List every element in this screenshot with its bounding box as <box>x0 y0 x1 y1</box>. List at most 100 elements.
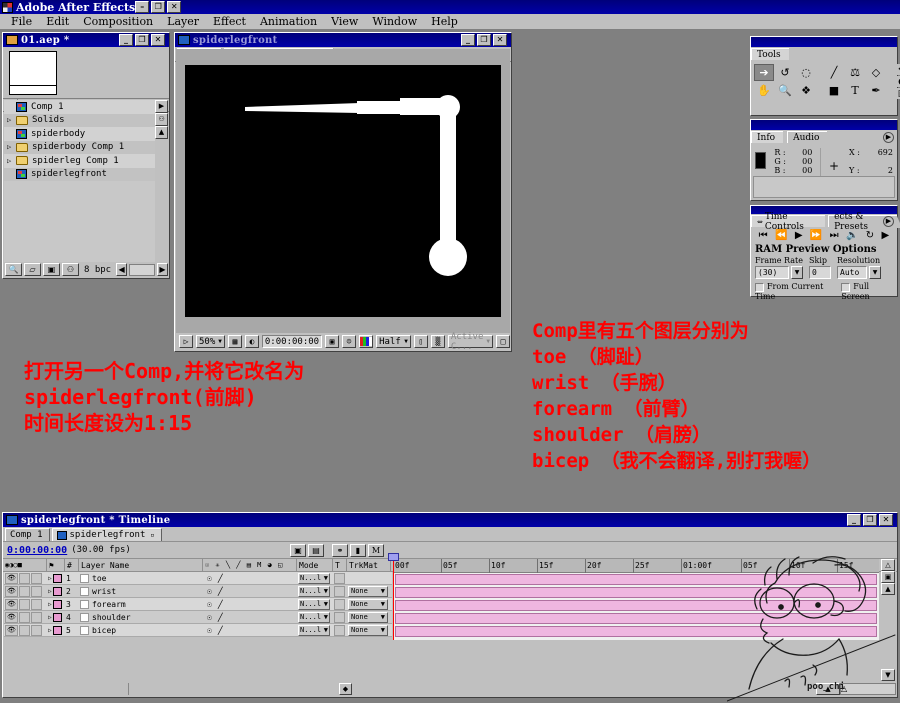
zoom-tool[interactable]: 🔍 <box>775 82 795 99</box>
label-color-chip[interactable] <box>52 586 62 596</box>
composition-canvas[interactable] <box>185 65 501 317</box>
resolution-dropdown[interactable]: Half ▼ <box>376 335 411 348</box>
twirl-icon[interactable]: ▷ <box>48 627 52 634</box>
track-matte-dropdown[interactable]: None ▼ <box>348 611 388 623</box>
lock-toggle-icon[interactable] <box>80 625 89 635</box>
eraser-tool[interactable]: ◇ <box>866 64 886 81</box>
shy-icon[interactable]: ☉ <box>207 613 212 622</box>
blend-mode-dropdown[interactable]: N...l ▼ <box>298 624 330 636</box>
twirl-icon[interactable]: ▷ <box>7 157 16 165</box>
label-color-chip[interactable] <box>52 612 62 622</box>
preserve-transparency-toggle[interactable] <box>334 598 345 610</box>
tab-audio[interactable]: Audio <box>787 131 833 144</box>
twirl-icon[interactable]: ▷ <box>48 588 52 595</box>
drag-handle-icon[interactable]: ⇔ <box>757 218 763 226</box>
grid-icon[interactable]: ▦ <box>227 335 242 348</box>
timeline-scroll-down-button[interactable]: ▼ <box>881 669 895 681</box>
skip-value[interactable]: 0 <box>809 266 831 279</box>
tab-time-controls[interactable]: ⇔ Time Controls <box>751 212 831 232</box>
track-matte-dropdown[interactable]: None ▼ <box>348 585 388 597</box>
tab-tools[interactable]: Tools <box>751 48 794 61</box>
twirl-icon[interactable]: ▷ <box>48 614 52 621</box>
snapshot-icon[interactable]: ☺ <box>342 335 357 348</box>
twirl-icon[interactable]: ▷ <box>7 143 16 151</box>
menu-window[interactable]: Window <box>365 14 424 29</box>
project-item-spiderleg-comp1[interactable]: ▷ spiderleg Comp 1 <box>4 154 155 168</box>
audio-toggle-icon[interactable] <box>19 624 30 636</box>
menu-layer[interactable]: Layer <box>160 14 206 29</box>
shy-icon[interactable]: ☉ <box>207 587 212 596</box>
project-close-button[interactable]: ✕ <box>151 34 165 46</box>
project-item-spiderbody-comp1[interactable]: ▷ spiderbody Comp 1 <box>4 140 155 154</box>
table-row[interactable]: 👁 ▷ 5 bicep ☉ ╱ N...l ▼ None ▼ <box>4 624 392 637</box>
hscroll-right-button[interactable]: ▶ <box>157 263 168 276</box>
frame-blend-icon[interactable]: ▮ <box>350 543 366 557</box>
blend-mode-dropdown[interactable]: N...l ▼ <box>298 598 330 610</box>
channels-icon[interactable] <box>359 335 374 348</box>
search-icon[interactable]: 🔍 <box>5 263 22 276</box>
time-controls-menu-icon[interactable]: ▶ <box>883 216 894 227</box>
brush-tool[interactable]: ╱ <box>824 64 844 81</box>
timeline-current-time[interactable]: 0:00:00:00 <box>7 545 67 556</box>
hide-shy-icon[interactable]: ⚭ <box>332 543 348 557</box>
shy-icon[interactable]: ☉ <box>207 600 212 609</box>
resolution-dropdown-button[interactable]: ▼ <box>869 266 881 279</box>
view-dropdown[interactable]: Active C... ▼ <box>447 332 493 352</box>
video-toggle-icon[interactable]: 👁 <box>5 572 18 584</box>
video-toggle-icon[interactable]: 👁 <box>5 585 18 597</box>
timeline-hscrollbar[interactable]: ◆ ◆ <box>129 683 887 695</box>
shy-icon[interactable]: ☉ <box>207 626 212 635</box>
preserve-transparency-toggle[interactable] <box>334 624 345 636</box>
project-item-spiderbody[interactable]: spiderbody <box>4 127 155 141</box>
timeline-playhead-handle[interactable] <box>388 553 399 561</box>
camera-icon[interactable]: ▣ <box>325 335 340 348</box>
selection-tool[interactable]: ➔ <box>754 64 774 81</box>
hscroll-thumb[interactable]: ◆ <box>339 683 352 695</box>
table-row[interactable]: 👁 ▷ 4 shoulder ☉ ╱ N...l ▼ None ▼ <box>4 611 392 624</box>
view-layout-icon[interactable]: □ <box>496 335 510 348</box>
solo-toggle-icon[interactable] <box>31 598 42 610</box>
timeline-zoom-slider[interactable]: △ <box>840 683 896 695</box>
app-close-button[interactable]: ✕ <box>167 1 182 13</box>
delete-icon[interactable]: ⚇ <box>62 263 79 276</box>
audio-toggle-icon[interactable] <box>19 611 30 623</box>
lock-toggle-icon[interactable] <box>80 599 89 609</box>
menu-composition[interactable]: Composition <box>76 14 160 29</box>
track-matte-dropdown[interactable]: None ▼ <box>348 624 388 636</box>
shape-tool[interactable]: ■ <box>824 82 844 99</box>
motion-blur-icon[interactable]: M <box>368 543 384 557</box>
menu-help[interactable]: Help <box>424 14 465 29</box>
from-current-time-checkbox[interactable]: From Current Time <box>755 282 835 301</box>
hand-tool[interactable]: ✋ <box>754 82 774 99</box>
project-hscrollbar[interactable] <box>129 263 155 276</box>
rotate-axis-icon[interactable]: ● <box>894 76 900 87</box>
solo-toggle-icon[interactable] <box>31 585 42 597</box>
comp-close-button[interactable]: ✕ <box>493 34 507 46</box>
lock-toggle-icon[interactable] <box>80 573 89 583</box>
live-update-icon[interactable]: ▣ <box>290 543 306 557</box>
twirl-icon[interactable]: ▷ <box>48 575 52 582</box>
timeline-track-area[interactable] <box>393 573 879 640</box>
video-toggle-icon[interactable]: 👁 <box>5 624 18 636</box>
timeline-restore-button[interactable]: ❐ <box>863 514 877 526</box>
menu-view[interactable]: View <box>324 14 365 29</box>
always-preview-icon[interactable]: ▷ <box>179 335 193 348</box>
zoom-level-dropdown[interactable]: 50% ▼ <box>196 335 225 348</box>
comp-restore-button[interactable]: ❐ <box>477 34 491 46</box>
label-color-chip[interactable] <box>52 573 62 583</box>
preserve-transparency-toggle[interactable] <box>334 585 345 597</box>
blend-mode-dropdown[interactable]: N...l ▼ <box>298 585 330 597</box>
rotation-tool[interactable]: ↺ <box>775 64 795 81</box>
project-item-spiderlegfront[interactable]: spiderlegfront <box>4 167 155 181</box>
app-minimize-button[interactable]: – <box>135 1 150 13</box>
collapse-icon[interactable]: ╱ <box>218 574 223 583</box>
lock-toggle-icon[interactable] <box>80 612 89 622</box>
preserve-transparency-toggle[interactable] <box>334 611 345 623</box>
collapse-icon[interactable]: ╱ <box>218 600 223 609</box>
project-collapse-button[interactable]: ▲ <box>155 126 168 139</box>
menu-animation[interactable]: Animation <box>253 14 324 29</box>
tab-info[interactable]: Info <box>751 131 789 144</box>
frame-rate-dropdown-button[interactable]: ▼ <box>791 266 803 279</box>
track-matte-dropdown[interactable]: None ▼ <box>348 598 388 610</box>
project-item-solids[interactable]: ▷ Solids <box>4 113 155 127</box>
